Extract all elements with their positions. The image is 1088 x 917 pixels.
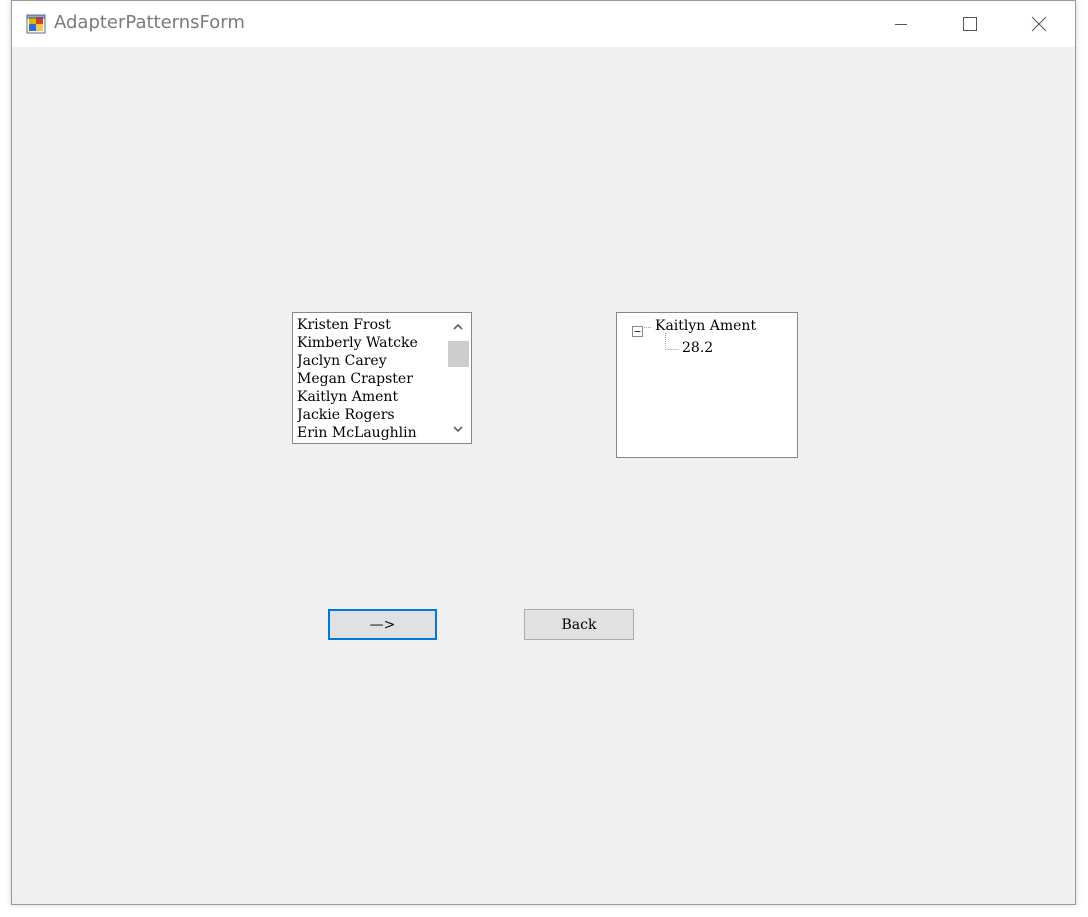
list-item[interactable]: Jackie Rogers [297, 406, 445, 424]
tree-node-child[interactable]: 28.2 [682, 339, 713, 357]
details-treeview[interactable]: Kaitlyn Ament 28.2 [616, 312, 798, 458]
winforms-app-icon [26, 14, 46, 34]
list-item[interactable]: Jaclyn Carey [297, 352, 445, 370]
listbox-items: Kristen Frost Kimberly Watcke Jaclyn Car… [297, 316, 445, 442]
minus-box-icon[interactable] [632, 322, 643, 337]
close-icon [1031, 16, 1047, 32]
minimize-icon [894, 17, 908, 31]
back-button[interactable]: Back [524, 609, 634, 640]
listbox-vertical-scrollbar[interactable] [446, 313, 471, 443]
adapter-patterns-window: AdapterPatternsForm Kristen Frost Kimber… [11, 0, 1076, 905]
window-title: AdapterPatternsForm [54, 12, 245, 33]
chevron-down-icon[interactable] [451, 421, 465, 435]
next-button[interactable]: —> [328, 609, 437, 640]
list-item[interactable]: Kaitlyn Ament [297, 388, 445, 406]
maximize-button[interactable] [936, 1, 1004, 47]
list-item[interactable]: Megan Crapster [297, 370, 445, 388]
list-item[interactable]: Kimberly Watcke [297, 334, 445, 352]
names-listbox[interactable]: Kristen Frost Kimberly Watcke Jaclyn Car… [292, 312, 472, 444]
list-item[interactable]: Erin McLaughlin [297, 424, 445, 442]
maximize-icon [963, 17, 977, 31]
chevron-up-icon[interactable] [451, 319, 465, 333]
tree-node-root[interactable]: Kaitlyn Ament [655, 317, 756, 335]
scrollbar-thumb[interactable] [448, 341, 469, 367]
title-bar[interactable]: AdapterPatternsForm [12, 1, 1075, 47]
list-item[interactable]: Kristen Frost [297, 316, 445, 334]
minimize-button[interactable] [867, 1, 935, 47]
close-button[interactable] [1005, 1, 1073, 47]
